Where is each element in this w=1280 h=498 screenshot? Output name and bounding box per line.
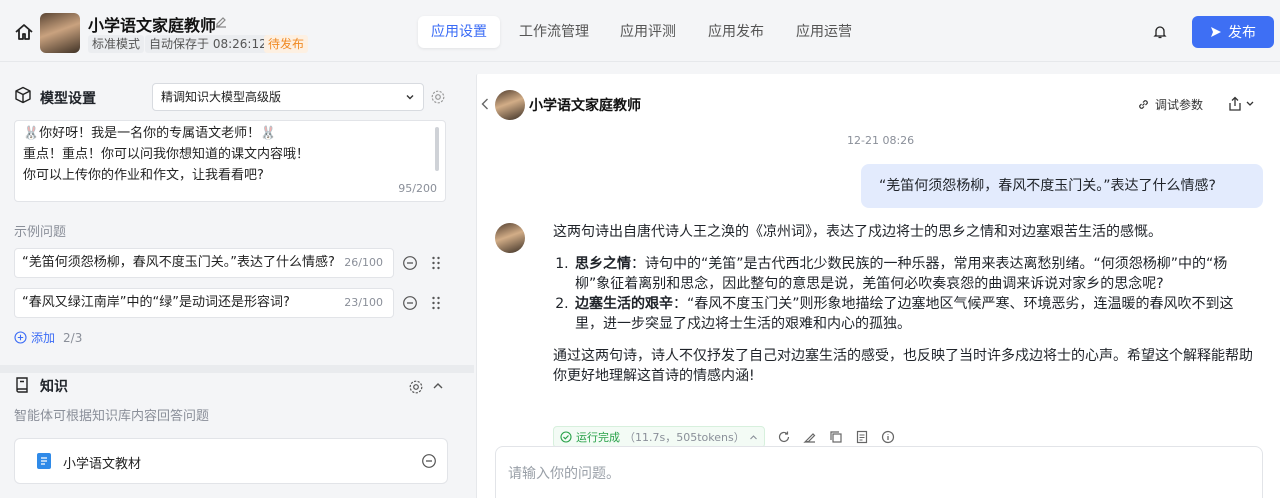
app-avatar (40, 13, 80, 53)
model-settings-row: 模型设置 精调知识大模型高级版 (0, 62, 474, 116)
doc-icon (37, 453, 51, 469)
point-body: ：诗句中的“羌笛”是古代西北少数民族的一种乐器，常用来表达离愁别绪。“何须怨杨柳… (575, 256, 1228, 292)
prompt-textarea[interactable]: 🐰你好呀！我是一名你的专属语文老师！🐰 重点！重点！你可以问我你想知道的课文内容… (14, 120, 446, 202)
section-divider (0, 365, 474, 373)
tab-publish[interactable]: 应用发布 (700, 16, 772, 48)
prompt-scrollbar[interactable] (435, 127, 439, 171)
home-icon[interactable] (14, 22, 34, 42)
knowledge-title: 知识 (40, 379, 68, 395)
example-question-text: “羌笛何须怨杨柳，春风不度玉门关。”表达了什么情感? (22, 255, 335, 270)
bot-name: 小学语文家庭教师 (529, 98, 641, 114)
tab-operation[interactable]: 应用运营 (788, 16, 860, 48)
back-icon[interactable] (481, 98, 489, 110)
refresh-icon[interactable] (777, 430, 791, 444)
book-icon (16, 377, 28, 393)
publish-button[interactable]: 发布 (1192, 16, 1274, 48)
settings-panel: 模型设置 精调知识大模型高级版 🐰你好呀！我是一名你的专属语文老师！🐰 重点！重… (0, 62, 474, 498)
check-circle-icon (560, 431, 572, 443)
tab-workflow[interactable]: 工作流管理 (510, 16, 598, 48)
add-label: 添加 (31, 331, 56, 345)
knowledge-base-name: 小学语文教材 (63, 457, 142, 472)
plus-circle-icon (14, 331, 27, 344)
edit-icon[interactable] (214, 15, 228, 29)
list-item: 思乡之情：诗句中的“羌笛”是古代西北少数民族的一种乐器，常用来表达离愁别绪。“何… (573, 254, 1253, 294)
debug-label: 调试参数 (1155, 98, 1204, 112)
note-icon[interactable] (855, 430, 869, 444)
app-title: 小学语文家庭教师 (88, 16, 217, 35)
status-badge: 待发布 (264, 35, 309, 53)
examples-label: 示例问题 (14, 225, 67, 240)
example-question-input[interactable]: “春风又绿江南岸”中的“绿”是动词还是形容词? 23/100 (14, 288, 394, 318)
chevron-up-icon[interactable] (432, 380, 444, 392)
tab-evaluation[interactable]: 应用评测 (612, 16, 684, 48)
drag-handle-icon[interactable] (431, 295, 441, 311)
gear-icon[interactable] (430, 89, 446, 105)
model-select-value: 精调知识大模型高级版 (161, 90, 282, 104)
send-icon (1211, 27, 1221, 37)
avatar (495, 223, 525, 253)
chat-panel: 小学语文家庭教师 调试参数 12-21 08:26 “羌笛何须怨杨柳，春风不度玉… (476, 74, 1280, 498)
drag-handle-icon[interactable] (431, 255, 441, 271)
reply-intro: 这两句诗出自唐代诗人王之涣的《凉州词》，表达了戍边将士的思乡之情和对边塞艰苦生活… (553, 224, 1162, 240)
avatar (495, 90, 525, 120)
prompt-line: 🐰你好呀！我是一名你的专属语文老师！🐰 (23, 126, 277, 141)
tab-app-settings[interactable]: 应用设置 (418, 16, 500, 48)
example-question-text: “春风又绿江南岸”中的“绿”是动词还是形容词? (22, 295, 290, 310)
list-item: 边塞生活的艰辛：“春风不度玉门关”则形象地描绘了边塞地区气候严寒、环境恶劣，连温… (573, 294, 1253, 334)
run-status-chip[interactable]: 运行完成 （11.7s，505tokens） (553, 426, 765, 448)
example-question-input[interactable]: “羌笛何须怨杨柳，春风不度玉门关。”表达了什么情感? 26/100 (14, 248, 394, 278)
point-title: 边塞生活的艰辛 (575, 296, 673, 312)
cube-icon (15, 86, 31, 104)
add-count: 2/3 (63, 330, 83, 345)
status-label: 运行完成 (576, 431, 620, 444)
model-select[interactable]: 精调知识大模型高级版 (152, 83, 424, 111)
user-message-bubble: “羌笛何须怨杨柳，春风不度玉门关。”表达了什么情感? (861, 164, 1263, 208)
publish-label: 发布 (1228, 25, 1256, 41)
add-example-button[interactable]: 添加 2/3 (14, 329, 82, 346)
example-char-count: 23/100 (338, 289, 383, 317)
autosave-tag: 自动保存于 08:26:12 (145, 35, 271, 53)
reply-outro: 通过这两句诗，诗人不仅抒发了自己对边塞生活的感受，也反映了当时许多戍边将士的心声… (553, 348, 1253, 384)
knowledge-base-item[interactable]: 小学语文教材 (14, 438, 448, 484)
gear-icon[interactable] (408, 379, 424, 395)
top-bar: 小学语文家庭教师 标准模式 自动保存于 08:26:12 待发布 应用设置 工作… (0, 0, 1280, 62)
reply-toolbar: 运行完成 （11.7s，505tokens） (553, 426, 895, 448)
point-title: 思乡之情 (575, 256, 631, 272)
model-settings-title: 模型设置 (40, 91, 96, 107)
minus-circle-icon[interactable] (402, 295, 418, 311)
info-icon[interactable] (881, 430, 895, 444)
bot-reply: 这两句诗出自唐代诗人王之涣的《凉州词》，表达了戍边将士的思乡之情和对边塞艰苦生活… (553, 222, 1253, 386)
share-icon[interactable] (1227, 96, 1257, 112)
point-body: ：“春风不度玉门关”则形象地描绘了边塞地区气候严寒、环境恶劣，连温暖的春风吹不到… (575, 296, 1234, 332)
link-icon (1139, 100, 1148, 109)
chevron-up-icon (749, 434, 757, 439)
prompt-char-count: 95/200 (394, 178, 437, 199)
prompt-line: 你可以上传你的作业和作文，让我看看吧? (23, 168, 264, 183)
prompt-line: 重点！重点！你可以问我你想知道的课文内容哦！ (23, 147, 310, 162)
status-meta: （11.7s，505tokens） (624, 431, 745, 444)
knowledge-description: 智能体可根据知识库内容回答问题 (14, 409, 210, 424)
copy-icon[interactable] (829, 430, 843, 444)
minus-circle-icon[interactable] (402, 255, 418, 271)
reply-list: 思乡之情：诗句中的“羌笛”是古代西北少数民族的一种乐器，常用来表达离愁别绪。“何… (573, 254, 1253, 334)
minus-circle-icon[interactable] (421, 453, 437, 469)
mode-tag: 标准模式 (88, 35, 145, 53)
chevron-down-icon (406, 95, 414, 100)
example-char-count: 26/100 (338, 249, 383, 277)
debug-params-button[interactable]: 调试参数 (1137, 96, 1203, 113)
brush-icon[interactable] (803, 430, 817, 444)
message-timestamp: 12-21 08:26 (847, 134, 915, 147)
chat-input[interactable]: 请输入你的问题。 (495, 446, 1263, 498)
chat-input-placeholder: 请输入你的问题。 (508, 466, 620, 482)
bell-icon[interactable] (1152, 24, 1168, 40)
